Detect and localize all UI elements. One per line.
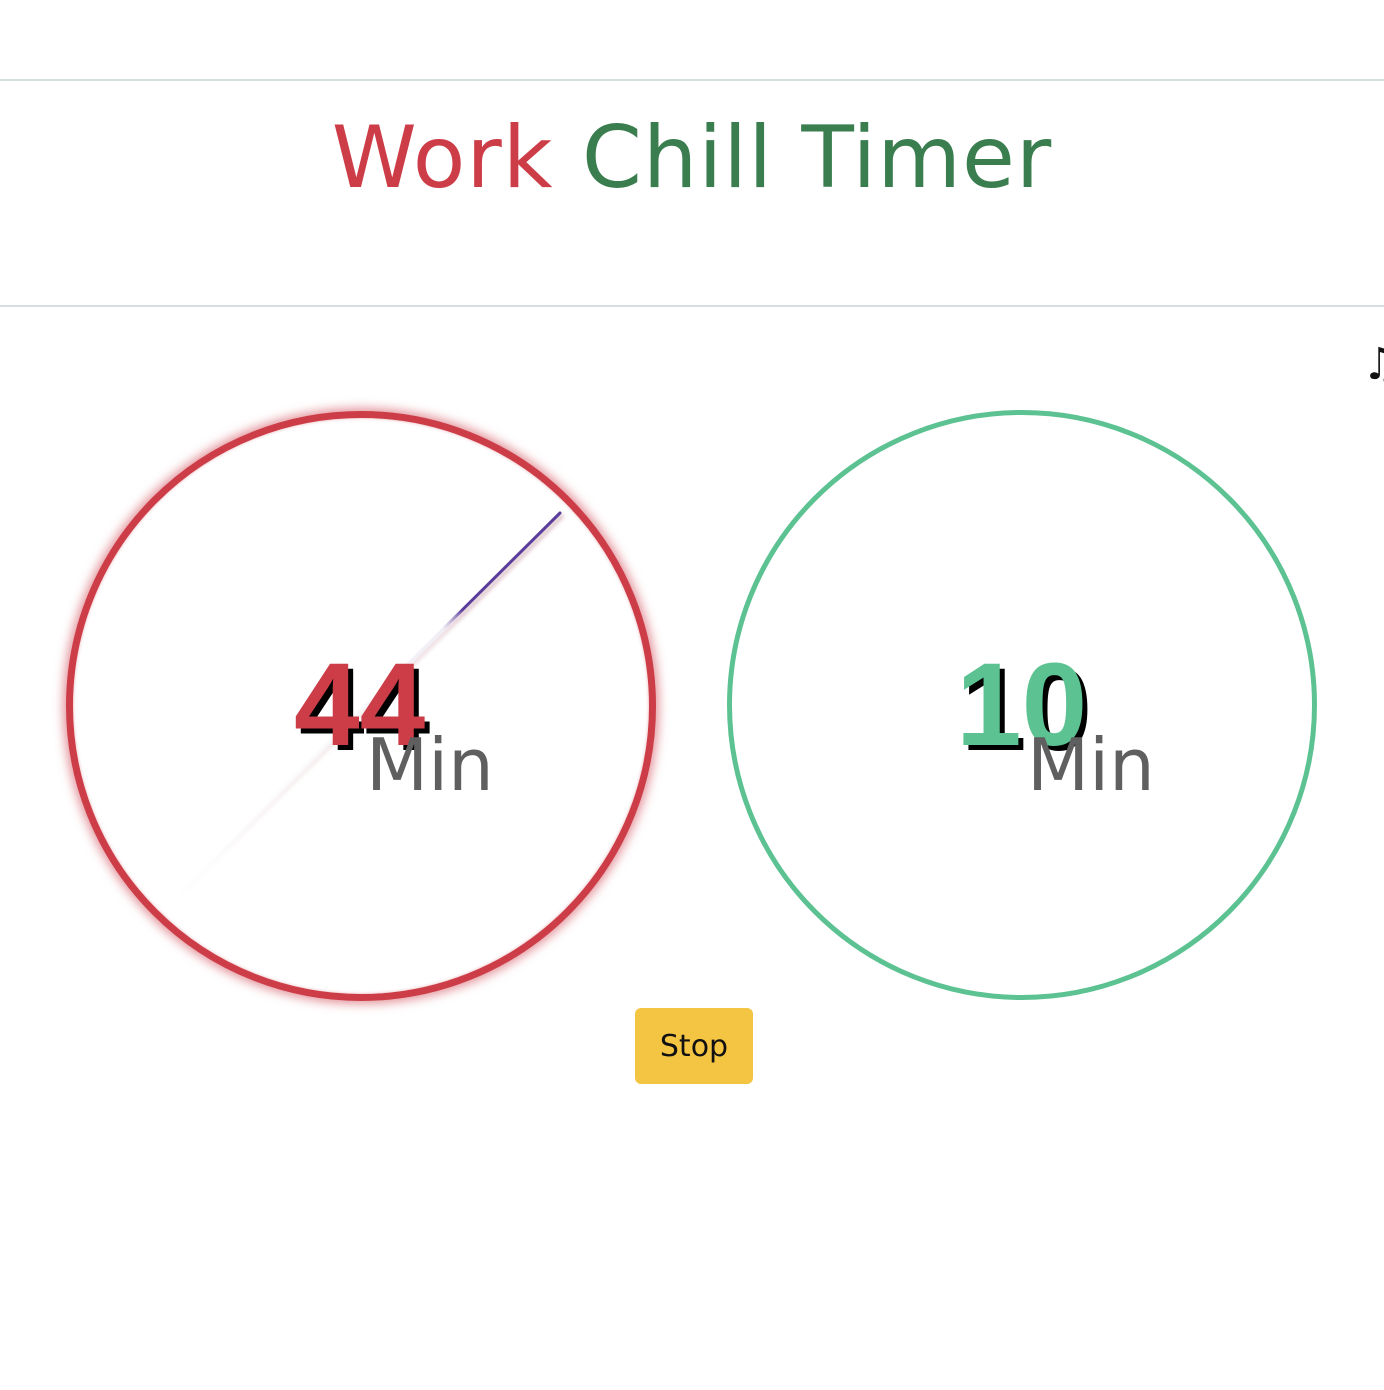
header-bottom-divider	[0, 305, 1384, 307]
app-title: Work Chill Timer	[0, 108, 1384, 208]
work-minutes-unit: Min	[366, 723, 494, 807]
title-work: Work	[331, 108, 554, 208]
page: Work Chill Timer ♫ 44 Min 10 Min Stop	[0, 0, 1384, 1390]
stop-button[interactable]: Stop	[635, 1008, 753, 1084]
chill-minutes-unit: Min	[1027, 723, 1155, 807]
title-chill-timer: Chill Timer	[581, 108, 1053, 208]
music-note-icon[interactable]: ♫	[1362, 340, 1384, 390]
header-top-divider	[0, 79, 1384, 81]
